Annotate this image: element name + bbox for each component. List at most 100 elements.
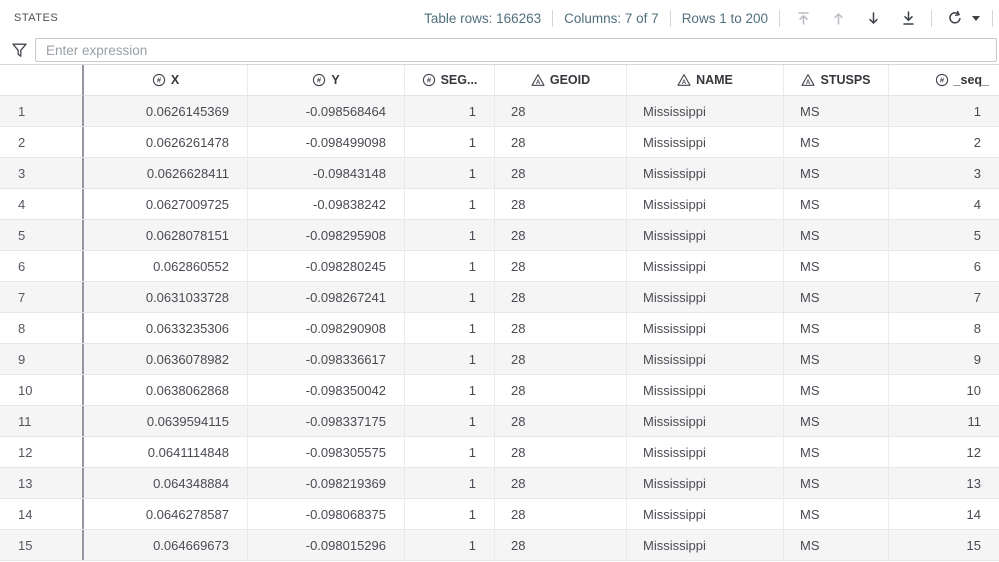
table-cell[interactable]: Mississippi: [627, 158, 784, 188]
row-number[interactable]: 12: [0, 437, 84, 467]
table-cell[interactable]: 28: [495, 189, 627, 219]
table-cell[interactable]: MS: [784, 375, 889, 405]
refresh-button[interactable]: [943, 6, 967, 30]
table-cell[interactable]: -0.098336617: [248, 344, 405, 374]
table-cell[interactable]: 1: [405, 468, 495, 498]
table-cell[interactable]: 28: [495, 344, 627, 374]
step-down-button[interactable]: [861, 6, 885, 30]
table-cell[interactable]: Mississippi: [627, 251, 784, 281]
table-cell[interactable]: Mississippi: [627, 220, 784, 250]
table-cell[interactable]: 0.0639594115: [84, 406, 248, 436]
row-number[interactable]: 11: [0, 406, 84, 436]
table-cell[interactable]: -0.098350042: [248, 375, 405, 405]
table-cell[interactable]: 28: [495, 127, 627, 157]
column-header-x[interactable]: # X: [84, 65, 248, 96]
table-cell[interactable]: 1: [405, 313, 495, 343]
table-cell[interactable]: MS: [784, 406, 889, 436]
table-cell[interactable]: -0.09843148: [248, 158, 405, 188]
table-cell[interactable]: 0.0626261478: [84, 127, 248, 157]
column-header-y[interactable]: # Y: [248, 65, 405, 96]
table-cell[interactable]: 28: [495, 313, 627, 343]
table-cell[interactable]: Mississippi: [627, 313, 784, 343]
table-cell[interactable]: MS: [784, 468, 889, 498]
table-cell[interactable]: 1: [405, 499, 495, 529]
table-cell[interactable]: -0.098068375: [248, 499, 405, 529]
table-cell[interactable]: MS: [784, 313, 889, 343]
table-cell[interactable]: MS: [784, 251, 889, 281]
table-cell[interactable]: 0.0631033728: [84, 282, 248, 312]
table-cell[interactable]: 0.0626145369: [84, 96, 248, 126]
jump-to-bottom-button[interactable]: [896, 6, 920, 30]
table-cell[interactable]: 7: [889, 282, 999, 312]
table-cell[interactable]: 0.0628078151: [84, 220, 248, 250]
table-cell[interactable]: 0.0646278587: [84, 499, 248, 529]
table-cell[interactable]: 1: [405, 220, 495, 250]
table-cell[interactable]: MS: [784, 437, 889, 467]
table-cell[interactable]: 1: [405, 282, 495, 312]
table-cell[interactable]: 2: [889, 127, 999, 157]
table-cell[interactable]: 12: [889, 437, 999, 467]
table-cell[interactable]: 28: [495, 530, 627, 560]
table-cell[interactable]: MS: [784, 282, 889, 312]
table-cell[interactable]: 28: [495, 158, 627, 188]
table-cell[interactable]: 11: [889, 406, 999, 436]
table-cell[interactable]: Mississippi: [627, 344, 784, 374]
row-number[interactable]: 7: [0, 282, 84, 312]
column-header-seg[interactable]: # SEG...: [405, 65, 495, 96]
table-cell[interactable]: 4: [889, 189, 999, 219]
table-cell[interactable]: 0.064669673: [84, 530, 248, 560]
table-cell[interactable]: MS: [784, 499, 889, 529]
table-cell[interactable]: Mississippi: [627, 189, 784, 219]
table-cell[interactable]: Mississippi: [627, 437, 784, 467]
table-cell[interactable]: -0.09838242: [248, 189, 405, 219]
row-number[interactable]: 15: [0, 530, 84, 560]
row-number[interactable]: 9: [0, 344, 84, 374]
table-cell[interactable]: -0.098280245: [248, 251, 405, 281]
table-cell[interactable]: MS: [784, 158, 889, 188]
table-cell[interactable]: 0.0636078982: [84, 344, 248, 374]
table-cell[interactable]: 1: [405, 127, 495, 157]
row-number[interactable]: 8: [0, 313, 84, 343]
table-cell[interactable]: 6: [889, 251, 999, 281]
table-cell[interactable]: -0.098568464: [248, 96, 405, 126]
table-cell[interactable]: Mississippi: [627, 127, 784, 157]
table-cell[interactable]: 0.0641114848: [84, 437, 248, 467]
table-cell[interactable]: 1: [405, 437, 495, 467]
table-cell[interactable]: 14: [889, 499, 999, 529]
row-number[interactable]: 14: [0, 499, 84, 529]
table-cell[interactable]: 28: [495, 468, 627, 498]
table-cell[interactable]: 1: [405, 189, 495, 219]
row-number[interactable]: 4: [0, 189, 84, 219]
table-cell[interactable]: 0.064348884: [84, 468, 248, 498]
table-cell[interactable]: 28: [495, 406, 627, 436]
table-cell[interactable]: MS: [784, 127, 889, 157]
table-cell[interactable]: 0.062860552: [84, 251, 248, 281]
table-cell[interactable]: -0.098015296: [248, 530, 405, 560]
row-number[interactable]: 2: [0, 127, 84, 157]
table-cell[interactable]: 1: [405, 158, 495, 188]
table-cell[interactable]: MS: [784, 96, 889, 126]
table-cell[interactable]: Mississippi: [627, 96, 784, 126]
row-number[interactable]: 3: [0, 158, 84, 188]
table-cell[interactable]: Mississippi: [627, 530, 784, 560]
table-cell[interactable]: Mississippi: [627, 468, 784, 498]
table-cell[interactable]: Mississippi: [627, 499, 784, 529]
table-cell[interactable]: 28: [495, 282, 627, 312]
jump-to-top-button[interactable]: [791, 6, 815, 30]
row-number[interactable]: 1: [0, 96, 84, 126]
table-cell[interactable]: 10: [889, 375, 999, 405]
table-cell[interactable]: 3: [889, 158, 999, 188]
table-cell[interactable]: Mississippi: [627, 375, 784, 405]
table-cell[interactable]: Mississippi: [627, 406, 784, 436]
table-cell[interactable]: MS: [784, 220, 889, 250]
filter-expression-input[interactable]: [35, 38, 997, 62]
table-cell[interactable]: MS: [784, 344, 889, 374]
row-number[interactable]: 13: [0, 468, 84, 498]
table-cell[interactable]: 8: [889, 313, 999, 343]
table-cell[interactable]: -0.098305575: [248, 437, 405, 467]
table-cell[interactable]: -0.098267241: [248, 282, 405, 312]
table-cell[interactable]: -0.098219369: [248, 468, 405, 498]
column-header-name[interactable]: A NAME: [627, 65, 784, 96]
table-cell[interactable]: MS: [784, 189, 889, 219]
table-cell[interactable]: 1: [405, 344, 495, 374]
